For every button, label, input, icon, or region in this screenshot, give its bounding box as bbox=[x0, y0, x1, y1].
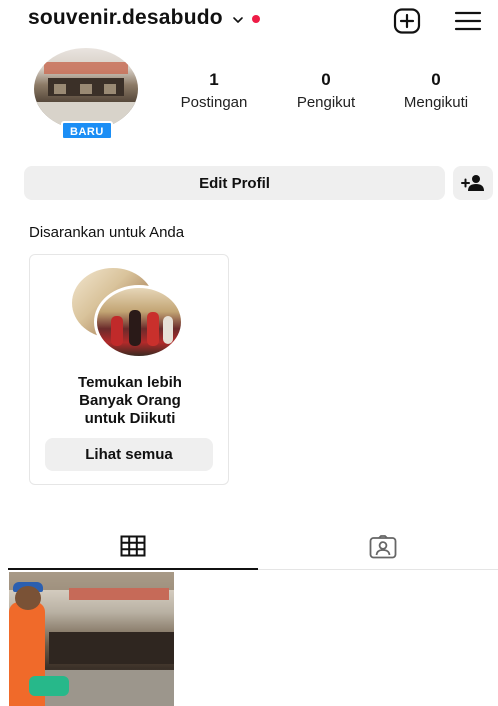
discover-text: Temukan lebih Banyak Orang untuk Diikuti bbox=[78, 374, 182, 427]
stat-followers-value: 0 bbox=[321, 70, 331, 89]
chevron-down-icon[interactable] bbox=[231, 13, 245, 27]
plus-square-icon bbox=[393, 8, 421, 34]
stat-followers[interactable]: 0 Pengikut bbox=[276, 70, 376, 113]
menu-button[interactable] bbox=[453, 7, 483, 35]
new-post-button[interactable] bbox=[392, 7, 422, 35]
profile-tabs bbox=[8, 524, 498, 570]
tab-tagged[interactable] bbox=[258, 524, 498, 570]
stat-following[interactable]: 0 Mengikuti bbox=[386, 70, 486, 113]
stat-followers-label: Pengikut bbox=[296, 94, 356, 111]
tagged-person-icon bbox=[369, 534, 397, 558]
discover-people-card[interactable]: Temukan lebih Banyak Orang untuk Diikuti… bbox=[29, 254, 229, 485]
notification-dot bbox=[251, 15, 260, 23]
stat-posts-label: Postingan bbox=[180, 94, 248, 111]
new-badge: BARU bbox=[61, 121, 113, 140]
username[interactable]: souvenir.desabudo bbox=[28, 6, 223, 30]
discover-people-button[interactable] bbox=[453, 166, 493, 200]
see-all-button[interactable]: Lihat semua bbox=[45, 438, 213, 471]
grid-icon bbox=[120, 535, 146, 557]
stat-following-value: 0 bbox=[431, 70, 441, 89]
avatar[interactable] bbox=[34, 48, 138, 130]
stat-following-label: Mengikuti bbox=[403, 94, 469, 111]
profile-header: souvenir.desabudo bbox=[0, 0, 498, 44]
post-thumbnail[interactable] bbox=[9, 572, 174, 706]
profile-avatar-wrap[interactable]: BARU bbox=[34, 48, 138, 142]
suggestions-title: Disarankan untuk Anda bbox=[29, 224, 185, 241]
stat-posts[interactable]: 1 Postingan bbox=[164, 70, 264, 113]
edit-profile-button[interactable]: Edit Profil bbox=[24, 166, 445, 200]
account-switcher[interactable]: souvenir.desabudo bbox=[28, 6, 260, 30]
tab-posts-grid[interactable] bbox=[8, 524, 258, 570]
add-person-icon bbox=[461, 175, 484, 191]
suggested-avatar bbox=[94, 285, 184, 359]
stat-posts-value: 1 bbox=[209, 70, 219, 89]
hamburger-menu-icon bbox=[454, 11, 482, 31]
